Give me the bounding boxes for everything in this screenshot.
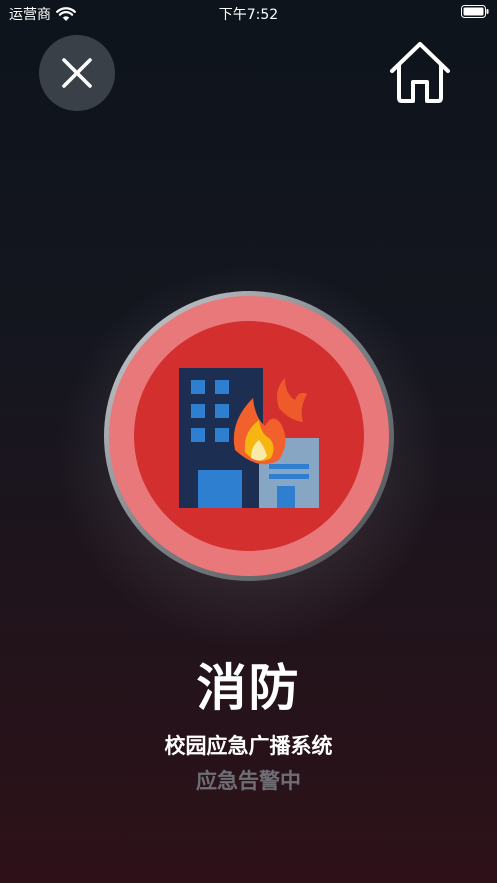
home-icon xyxy=(390,42,450,103)
close-button[interactable] xyxy=(39,35,115,111)
battery-icon xyxy=(461,5,489,18)
close-icon xyxy=(62,58,92,88)
home-button[interactable] xyxy=(386,38,454,106)
status-bar: 运营商 下午7:52 xyxy=(0,0,497,26)
status-time: 下午7:52 xyxy=(218,7,279,23)
alert-title: 消防 xyxy=(196,659,301,717)
alert-status: 应急告警中 xyxy=(196,769,301,793)
alert-subtitle: 校园应急广播系统 xyxy=(164,734,333,758)
fire-alert-badge[interactable] xyxy=(103,290,395,582)
building-fire-icon xyxy=(104,291,394,581)
